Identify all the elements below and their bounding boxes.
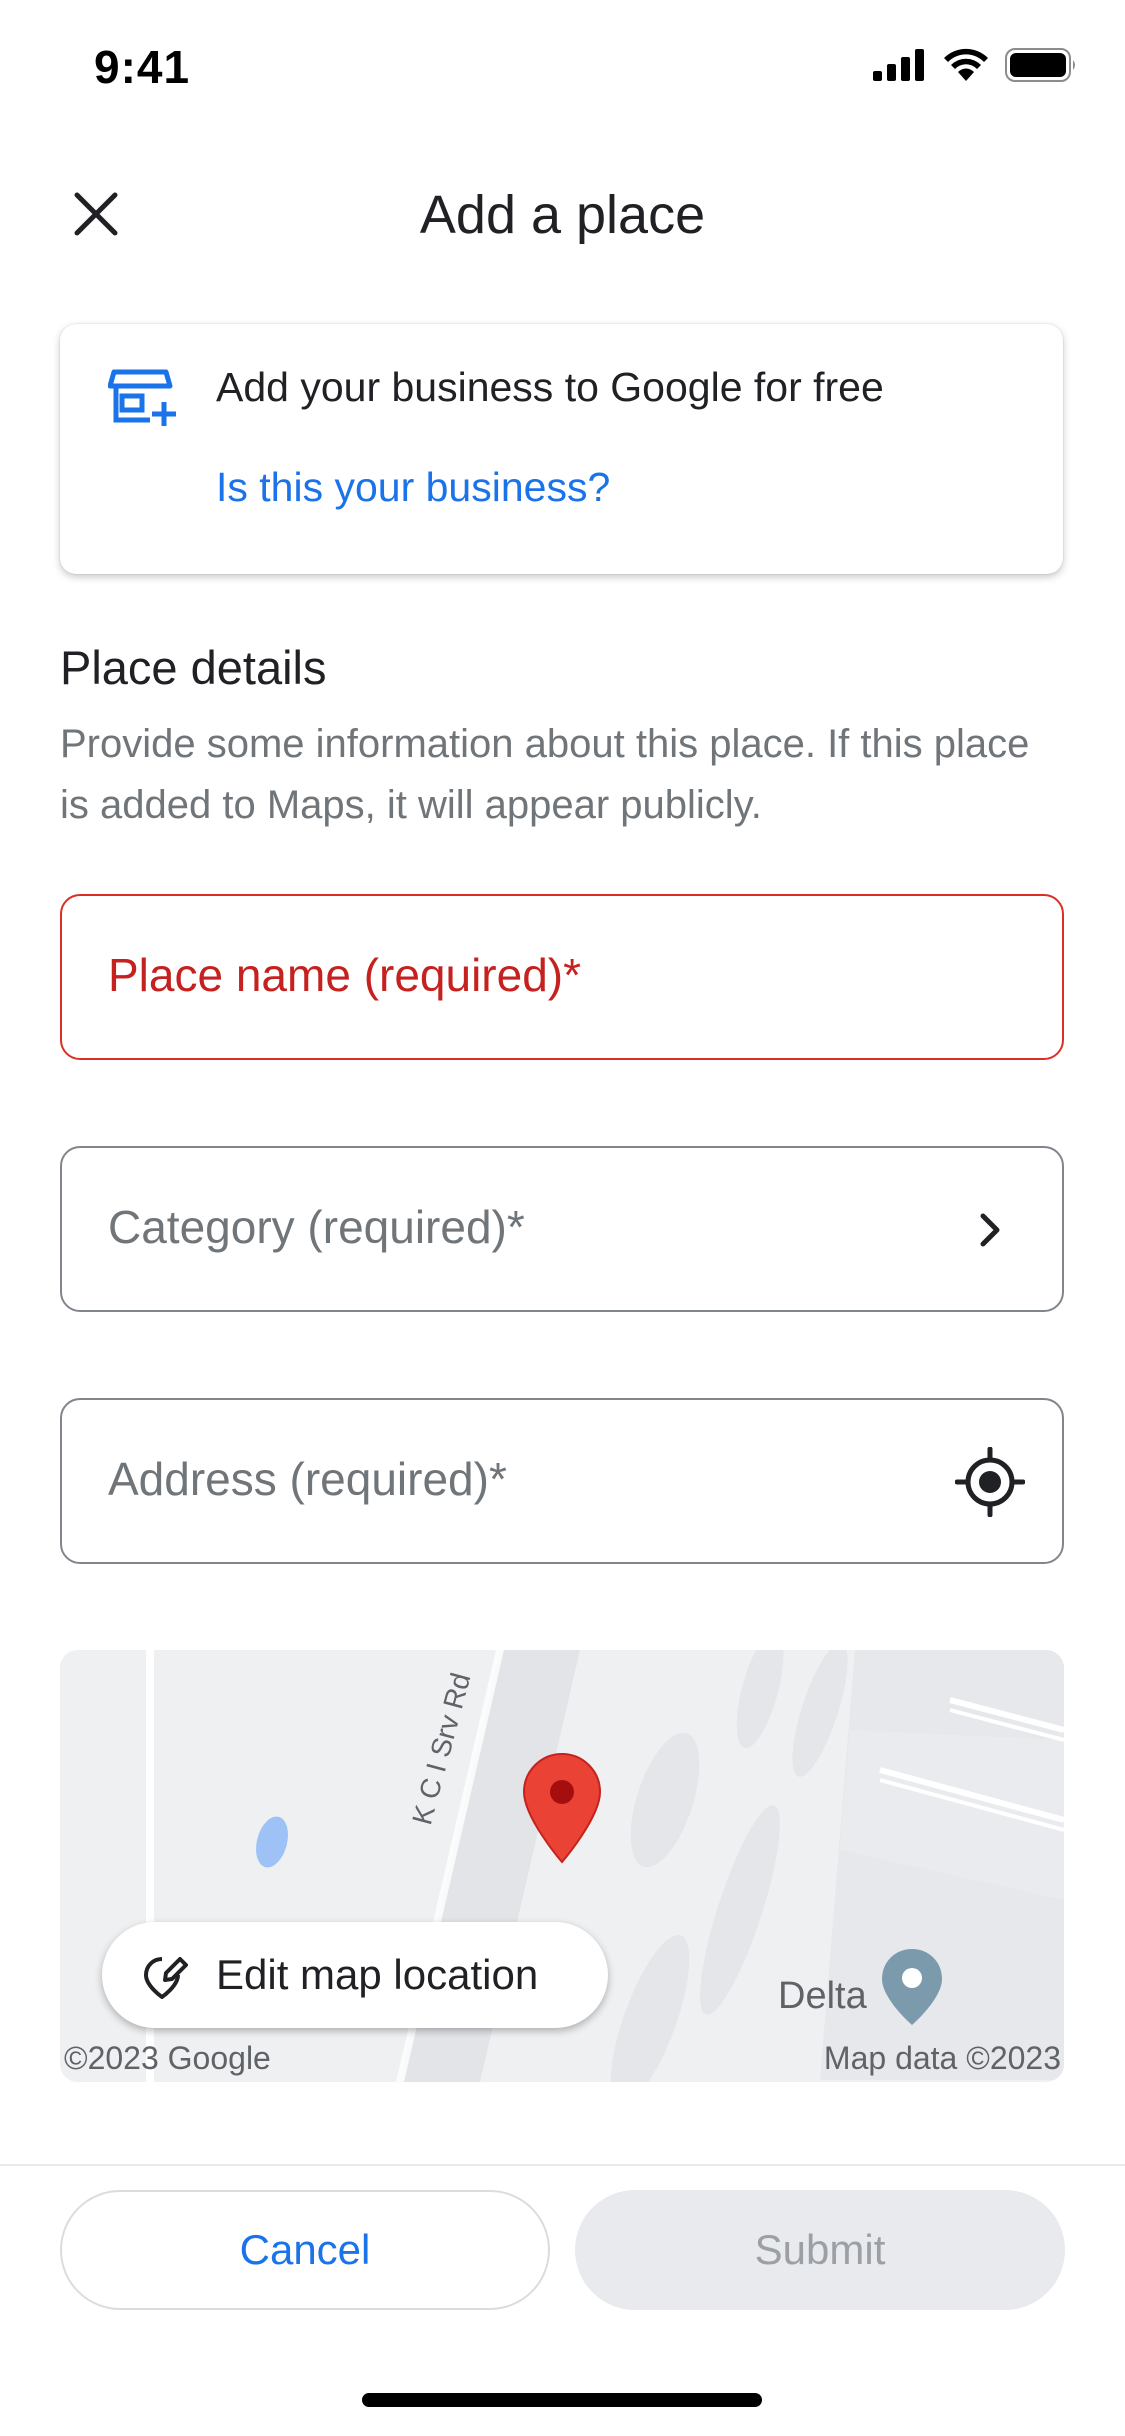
page-title: Add a place: [419, 185, 706, 245]
category-field[interactable]: Category (required)*: [60, 1146, 1064, 1312]
address-placeholder: Address (required)*: [108, 1453, 507, 1505]
business-card-text: Add your business to Google for free: [216, 364, 884, 410]
edit-map-location-label: Edit map location: [216, 1951, 539, 1998]
edit-map-location-button[interactable]: Edit map location: [102, 1922, 608, 2028]
home-indicator: [362, 2393, 762, 2407]
place-name-field[interactable]: Place name (required)*: [60, 894, 1064, 1060]
battery-icon: [1005, 48, 1075, 82]
submit-button[interactable]: Submit: [575, 2190, 1065, 2310]
store-add-icon: [108, 369, 176, 426]
map-data-attribution: Map data ©2023: [823, 2040, 1061, 2076]
my-location-icon: [955, 1447, 1025, 1517]
my-location-button[interactable]: [954, 1446, 1026, 1518]
add-business-card[interactable]: Add your business to Google for free Is …: [60, 324, 1063, 574]
map-pin-icon: [522, 1752, 602, 1864]
signal-icon: [873, 49, 924, 81]
place-name-placeholder: Place name (required)*: [108, 949, 582, 1001]
edit-location-icon: [144, 1957, 188, 1999]
map-copyright: ©2023 Google: [64, 2040, 271, 2076]
cancel-button[interactable]: Cancel: [60, 2190, 550, 2310]
chevron-right-icon: [980, 1213, 1000, 1247]
footer-divider: [0, 2164, 1125, 2166]
poi-label: Delta: [778, 1975, 867, 2017]
status-icons: [873, 48, 1077, 82]
poi-pin-icon: [882, 1949, 942, 2025]
category-chevron: [954, 1194, 1026, 1266]
section-description: Provide some information about this plac…: [60, 722, 1030, 827]
address-field[interactable]: Address (required)*: [60, 1398, 1064, 1564]
category-placeholder: Category (required)*: [108, 1201, 525, 1253]
status-time: 9:41: [94, 41, 191, 93]
section-title: Place details: [60, 641, 327, 694]
is-this-your-business-link[interactable]: Is this your business?: [216, 464, 610, 511]
wifi-icon: [944, 48, 988, 81]
